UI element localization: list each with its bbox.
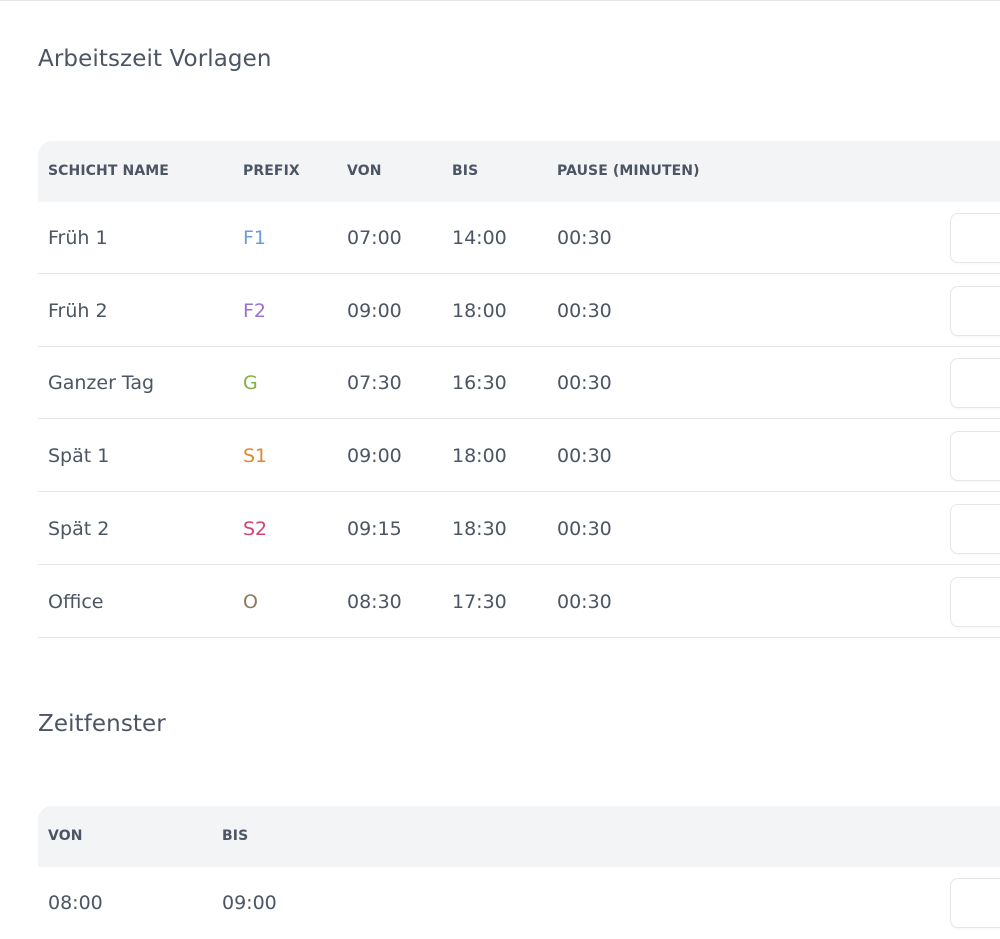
shift-template-row: Spät 2 S2 09:15 18:30 00:30 bbox=[38, 493, 1000, 565]
top-divider bbox=[0, 0, 1000, 1]
shift-to: 18:00 bbox=[452, 299, 507, 322]
shift-prefix: S1 bbox=[243, 445, 268, 468]
row-action-button[interactable] bbox=[950, 503, 1000, 554]
column-header-prefix: PREFIX bbox=[243, 163, 300, 179]
time-window-row: 08:00 09:00 bbox=[38, 867, 1000, 939]
shift-templates-header: SCHICHT NAME PREFIX VON BIS PAUSE (MINUT… bbox=[38, 141, 1000, 202]
time-windows-title: Zeitfenster bbox=[38, 711, 166, 737]
shift-templates-title: Arbeitszeit Vorlagen bbox=[38, 46, 272, 72]
row-action-button[interactable] bbox=[950, 285, 1000, 336]
shift-name: Früh 1 bbox=[48, 227, 108, 249]
shift-name: Ganzer Tag bbox=[48, 372, 155, 395]
shift-prefix: S2 bbox=[243, 517, 268, 540]
time-windows-header: VON BIS bbox=[38, 806, 1000, 867]
shift-template-row: Office O 08:30 17:30 00:30 bbox=[38, 566, 1000, 638]
shift-to: 18:00 bbox=[452, 445, 507, 468]
window-from: 08:00 bbox=[48, 892, 103, 914]
window-to: 09:00 bbox=[222, 892, 277, 914]
column-header-pause: PAUSE (MINUTEN) bbox=[557, 163, 700, 179]
shift-template-row: Früh 2 F2 09:00 18:00 00:30 bbox=[38, 275, 1000, 347]
shift-to: 18:30 bbox=[452, 517, 507, 540]
row-action-button[interactable] bbox=[950, 576, 1000, 627]
shift-from: 07:00 bbox=[347, 227, 402, 249]
shift-name: Office bbox=[48, 590, 104, 613]
shift-template-row: Früh 1 F1 07:00 14:00 00:30 bbox=[38, 202, 1000, 274]
shift-prefix: G bbox=[243, 372, 258, 395]
column-header-from: VON bbox=[48, 828, 83, 844]
row-action-button[interactable] bbox=[950, 358, 1000, 409]
shift-pause: 00:30 bbox=[557, 517, 612, 540]
shift-name: Spät 2 bbox=[48, 517, 110, 540]
shift-template-row: Spät 1 S1 09:00 18:00 00:30 bbox=[38, 420, 1000, 493]
shift-from: 08:30 bbox=[347, 590, 402, 613]
shift-pause: 00:30 bbox=[557, 445, 612, 468]
shift-from: 09:00 bbox=[347, 299, 402, 322]
shift-to: 14:00 bbox=[452, 227, 507, 249]
shift-prefix: F2 bbox=[243, 299, 267, 322]
column-header-name: SCHICHT NAME bbox=[48, 163, 169, 179]
shift-from: 09:15 bbox=[347, 517, 402, 540]
shift-to: 16:30 bbox=[452, 372, 507, 395]
shift-prefix: O bbox=[243, 590, 258, 613]
column-header-from: VON bbox=[347, 163, 382, 179]
shift-pause: 00:30 bbox=[557, 299, 612, 322]
column-header-to: BIS bbox=[222, 828, 249, 844]
row-action-button[interactable] bbox=[950, 213, 1000, 263]
row-action-button[interactable] bbox=[950, 878, 1000, 928]
column-header-to: BIS bbox=[452, 163, 479, 179]
shift-to: 17:30 bbox=[452, 590, 507, 613]
shift-template-row: Ganzer Tag G 07:30 16:30 00:30 bbox=[38, 347, 1000, 420]
shift-prefix: F1 bbox=[243, 227, 267, 249]
shift-name: Spät 1 bbox=[48, 445, 110, 468]
shift-pause: 00:30 bbox=[557, 372, 612, 395]
row-action-button[interactable] bbox=[950, 431, 1000, 482]
shift-from: 07:30 bbox=[347, 372, 402, 395]
shift-from: 09:00 bbox=[347, 445, 402, 468]
shift-pause: 00:30 bbox=[557, 227, 612, 249]
shift-name: Früh 2 bbox=[48, 299, 108, 322]
shift-pause: 00:30 bbox=[557, 590, 612, 613]
